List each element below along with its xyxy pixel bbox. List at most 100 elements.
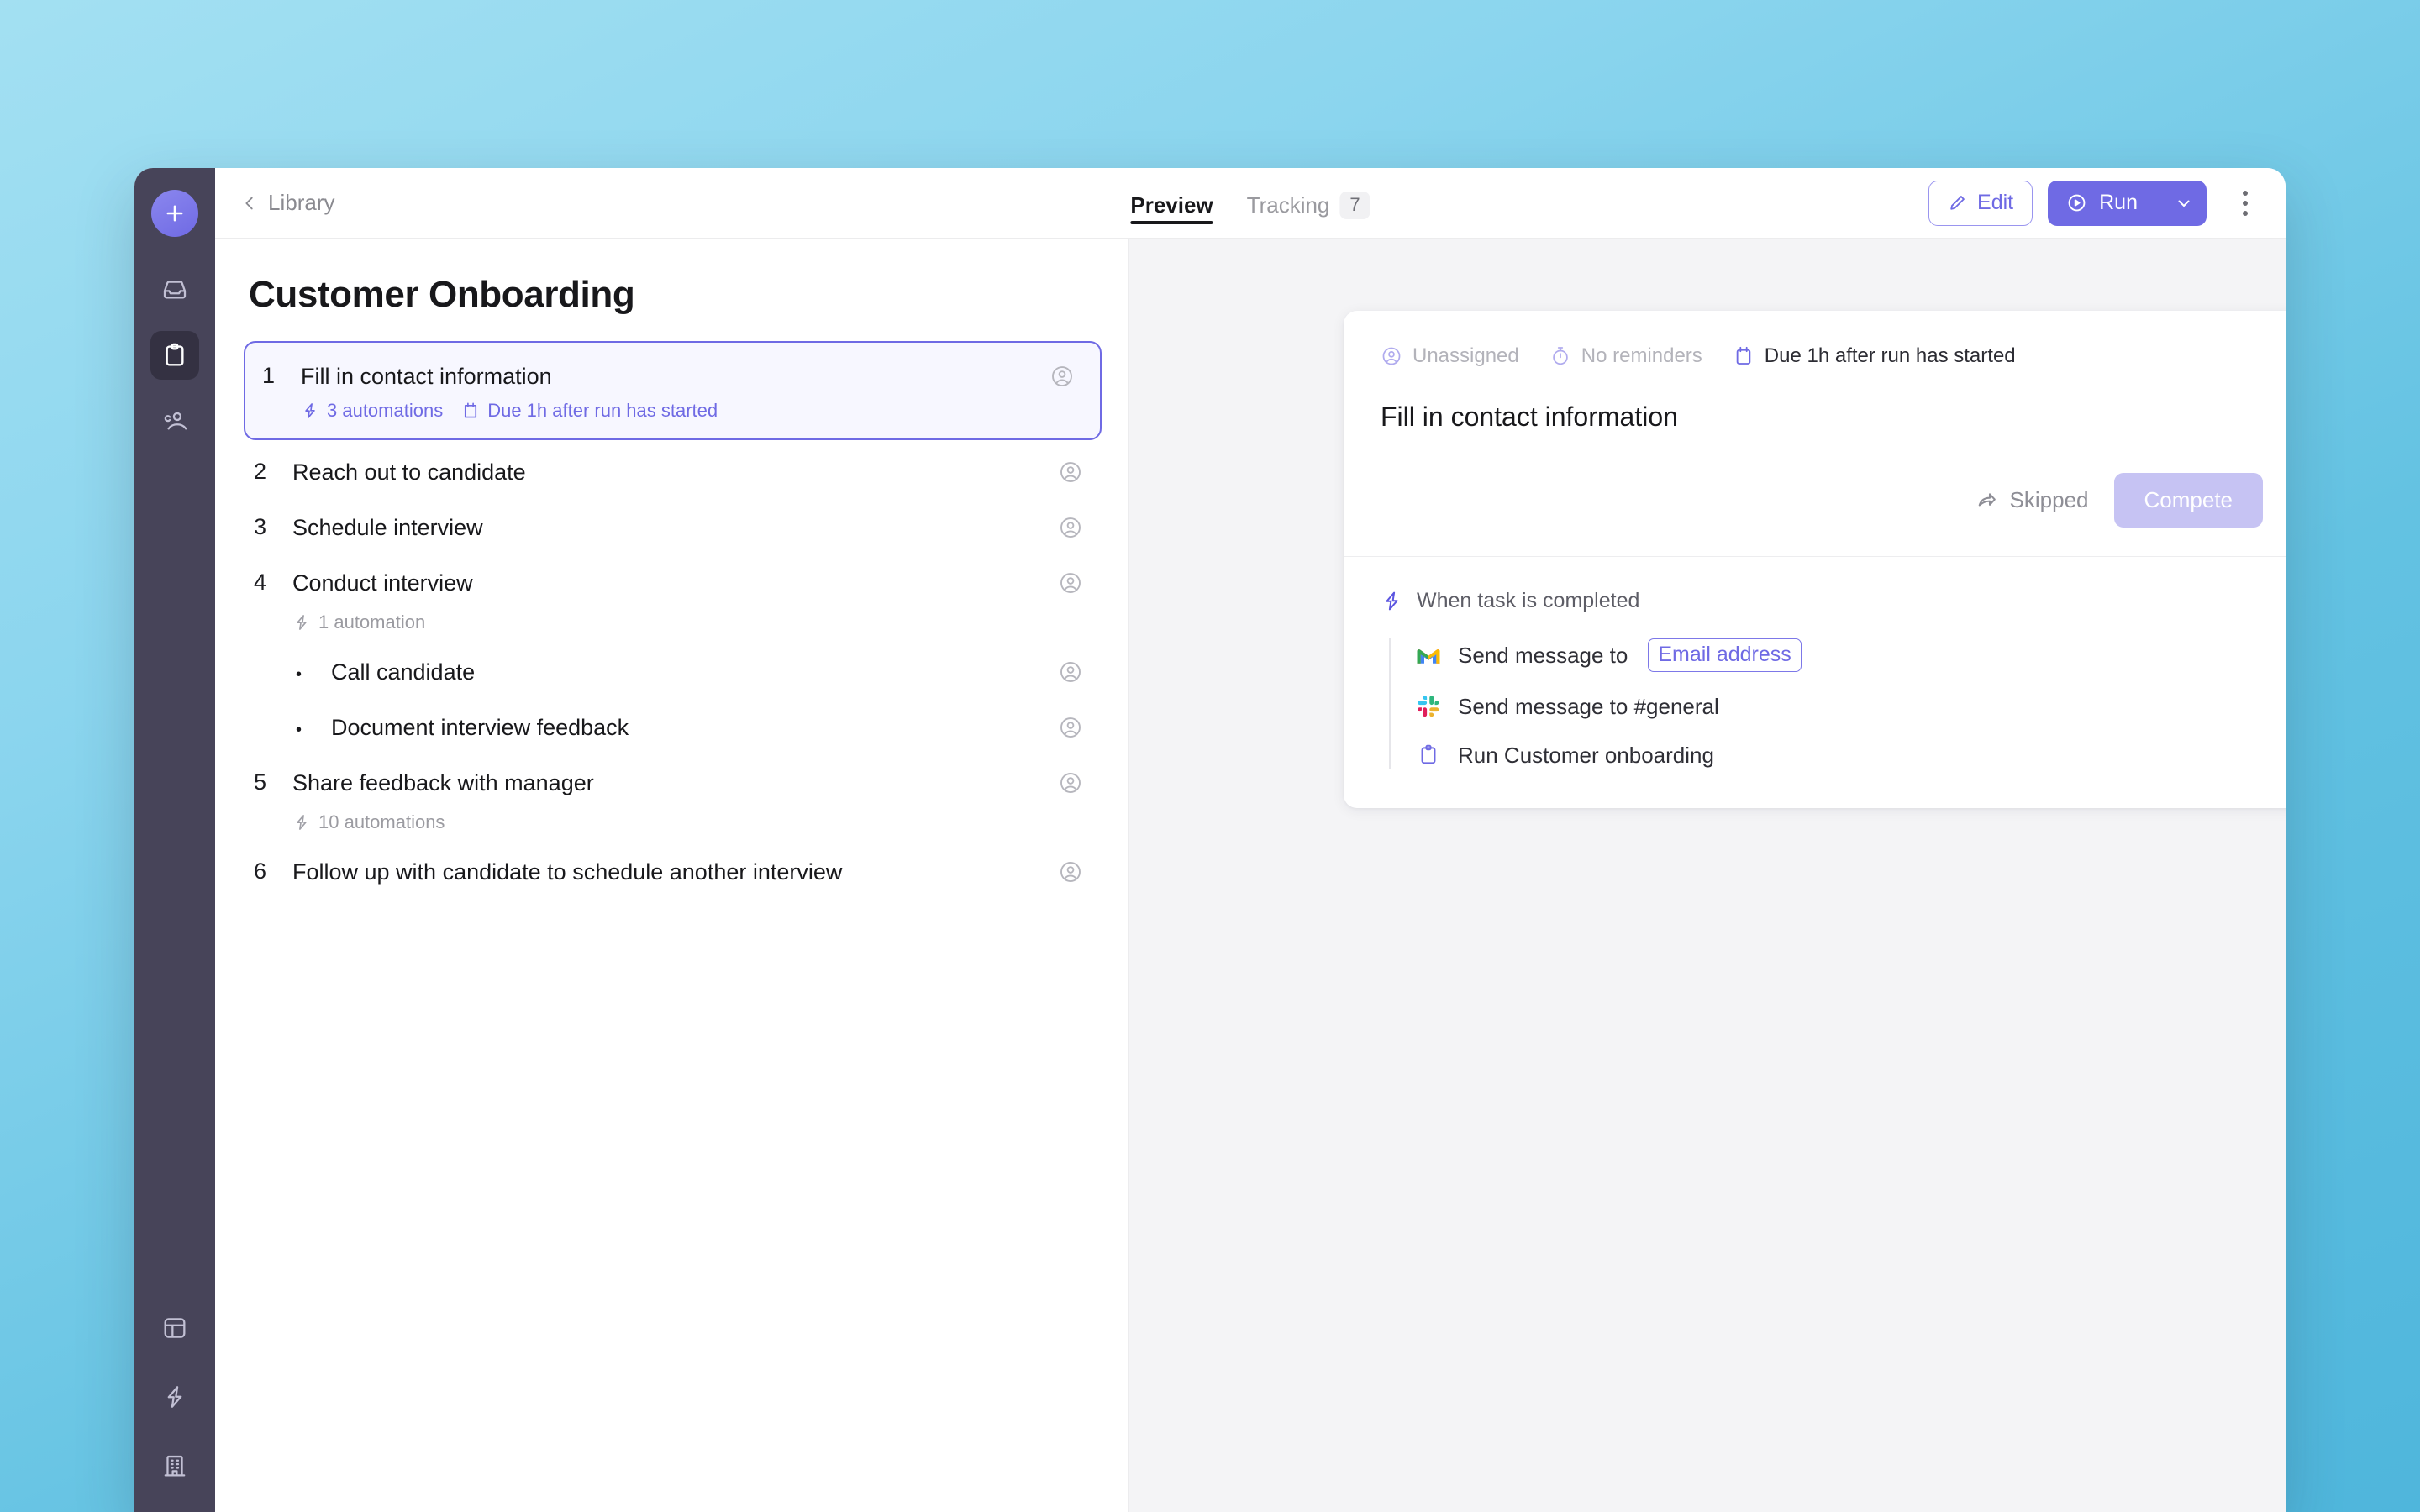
rail-bottom-group	[150, 1304, 199, 1490]
add-button[interactable]	[151, 190, 198, 237]
clipboard-icon	[1421, 744, 1436, 764]
tab-tracking-badge: 7	[1339, 192, 1370, 219]
task-item[interactable]: 5 Share feedback with manager 10 automatio…	[249, 756, 1097, 845]
tab-preview[interactable]: Preview	[1130, 168, 1213, 238]
edit-button[interactable]: Edit	[1928, 180, 2033, 226]
task-detail-header: Unassigned No reminders Due 1h after run…	[1344, 311, 2286, 556]
task-assignee-avatar[interactable]	[1058, 768, 1086, 800]
task-assignee-avatar[interactable]	[1050, 361, 1078, 393]
lightning-icon	[297, 615, 307, 630]
back-link-label: Library	[268, 190, 335, 215]
automation-label: Send message to #general	[1458, 693, 1719, 719]
pencil-icon	[1950, 196, 1965, 210]
top-bar-actions: Edit Run	[1928, 180, 2264, 226]
automation-item[interactable]: Send message to Email address	[1414, 638, 2263, 672]
task-assignee-avatar[interactable]	[1058, 712, 1086, 744]
due-date-chip[interactable]: Due 1h after run has started	[1733, 344, 2016, 368]
task-assignee-avatar[interactable]	[1058, 857, 1086, 889]
task-item[interactable]: • Document interview feedback	[249, 701, 1097, 756]
sidebar-item-automations[interactable]	[150, 1373, 199, 1421]
assignee-chip[interactable]: Unassigned	[1381, 344, 1519, 368]
play-circle-icon	[2068, 194, 2086, 212]
task-row[interactable]: • Document interview feedback	[249, 701, 1097, 756]
task-meta-chip: 3 automations	[301, 400, 443, 422]
complete-button[interactable]: Compete	[2113, 473, 2263, 528]
task-bullet: •	[296, 721, 302, 739]
run-button-group[interactable]: Run	[2048, 180, 2207, 226]
reminders-chip-label: No reminders	[1581, 344, 1702, 367]
task-row[interactable]: 5 Share feedback with manager	[249, 756, 1097, 811]
task-automations-section: When task is completed Send message to Em…	[1344, 556, 2286, 808]
task-row[interactable]: 4 Conduct interview	[249, 556, 1097, 612]
task-row[interactable]: 2 Reach out to candidate	[249, 445, 1097, 501]
content-split: Customer Onboarding 1 Fill in contact inf…	[215, 239, 2286, 1512]
sidebar-item-people[interactable]	[150, 396, 199, 445]
user-circle-icon	[1060, 662, 1081, 682]
task-detail-title: Fill in contact information	[1381, 402, 1678, 432]
task-row[interactable]: 1 Fill in contact information	[257, 348, 1088, 400]
task-list-pane: Customer Onboarding 1 Fill in contact inf…	[215, 239, 1129, 1512]
skipped-button[interactable]: Skipped	[1975, 487, 2089, 513]
task-assignee-avatar[interactable]	[1058, 657, 1086, 689]
task-item[interactable]: 2 Reach out to candidate	[249, 445, 1097, 501]
sidebar-item-library[interactable]	[150, 331, 199, 380]
task-meta: 1 automation	[249, 612, 1097, 645]
task-item[interactable]: 4 Conduct interview 1 automation	[249, 556, 1097, 645]
kebab-dot	[2243, 190, 2248, 196]
task-assignee-avatar[interactable]	[1058, 512, 1086, 544]
automation-label: Run Customer onboarding	[1458, 742, 1714, 768]
user-circle-icon	[1060, 862, 1081, 882]
task-row[interactable]: • Call candidate	[249, 645, 1097, 701]
stopwatch-icon	[1552, 347, 1568, 365]
slack-icon	[1418, 696, 1439, 717]
clipboard-icon	[1414, 741, 1443, 769]
lightning-icon	[305, 403, 315, 418]
tab-tracking-label: Tracking	[1246, 192, 1330, 218]
task-meta-chips: Unassigned No reminders Due 1h after run…	[1381, 344, 2263, 368]
task-meta-label: 3 automations	[327, 400, 444, 421]
task-row[interactable]: 3 Schedule interview	[249, 501, 1097, 556]
skipped-button-label: Skipped	[2009, 487, 2089, 512]
task-meta: 3 automations Due 1h after run has starte…	[257, 400, 1088, 422]
building-icon	[164, 1455, 186, 1477]
tab-tracking[interactable]: Tracking 7	[1247, 168, 1370, 238]
task-row[interactable]: 6 Follow up with candidate to schedule an…	[249, 845, 1097, 900]
task-title: Fill in contact information	[301, 364, 552, 389]
tab-preview-label: Preview	[1130, 192, 1213, 218]
task-meta-label: 1 automation	[318, 612, 426, 633]
user-circle-icon	[1060, 773, 1081, 793]
automation-token[interactable]: Email address	[1648, 638, 1802, 672]
automation-item[interactable]: Run Customer onboarding	[1414, 741, 2263, 769]
sidebar-item-inbox[interactable]	[150, 265, 199, 314]
app-window: Library Preview Tracking 7 Edit Run Cust…	[134, 168, 2286, 1512]
task-number: 1	[262, 363, 276, 388]
task-item[interactable]: 3 Schedule interview	[249, 501, 1097, 556]
reminders-chip[interactable]: No reminders	[1549, 344, 1702, 368]
sidebar-item-templates[interactable]	[150, 1304, 199, 1352]
task-item[interactable]: • Call candidate	[249, 645, 1097, 701]
task-assignee-avatar[interactable]	[1058, 568, 1086, 600]
calendar-icon	[465, 402, 477, 418]
task-item[interactable]: 6 Follow up with candidate to schedule an…	[249, 845, 1097, 900]
edit-button-label: Edit	[1977, 191, 2014, 214]
automation-label: Send message to	[1458, 642, 1628, 668]
task-title: Schedule interview	[292, 515, 483, 540]
run-button[interactable]: Run	[2048, 181, 2160, 226]
back-to-library-link[interactable]: Library	[240, 190, 334, 216]
due-date-chip-label: Due 1h after run has started	[1764, 344, 2016, 367]
share-arrow-icon	[1978, 493, 1996, 507]
task-title: Document interview feedback	[331, 715, 629, 740]
task-number: 5	[254, 769, 267, 795]
more-options-button[interactable]	[2227, 181, 2264, 226]
task-item[interactable]: 1 Fill in contact information 3 automation…	[244, 341, 1102, 440]
user-circle-icon	[1060, 573, 1081, 593]
task-detail-pane: Unassigned No reminders Due 1h after run…	[1129, 239, 2286, 1512]
left-nav-rail	[134, 168, 215, 1512]
run-dropdown-toggle[interactable]	[2160, 180, 2207, 226]
assignee-chip-label: Unassigned	[1413, 344, 1519, 367]
automation-item[interactable]: Send message to #general	[1414, 692, 2263, 721]
sidebar-item-organization[interactable]	[150, 1441, 199, 1490]
task-title: Conduct interview	[292, 570, 473, 596]
run-button-label: Run	[2099, 191, 2138, 214]
task-assignee-avatar[interactable]	[1058, 457, 1086, 489]
